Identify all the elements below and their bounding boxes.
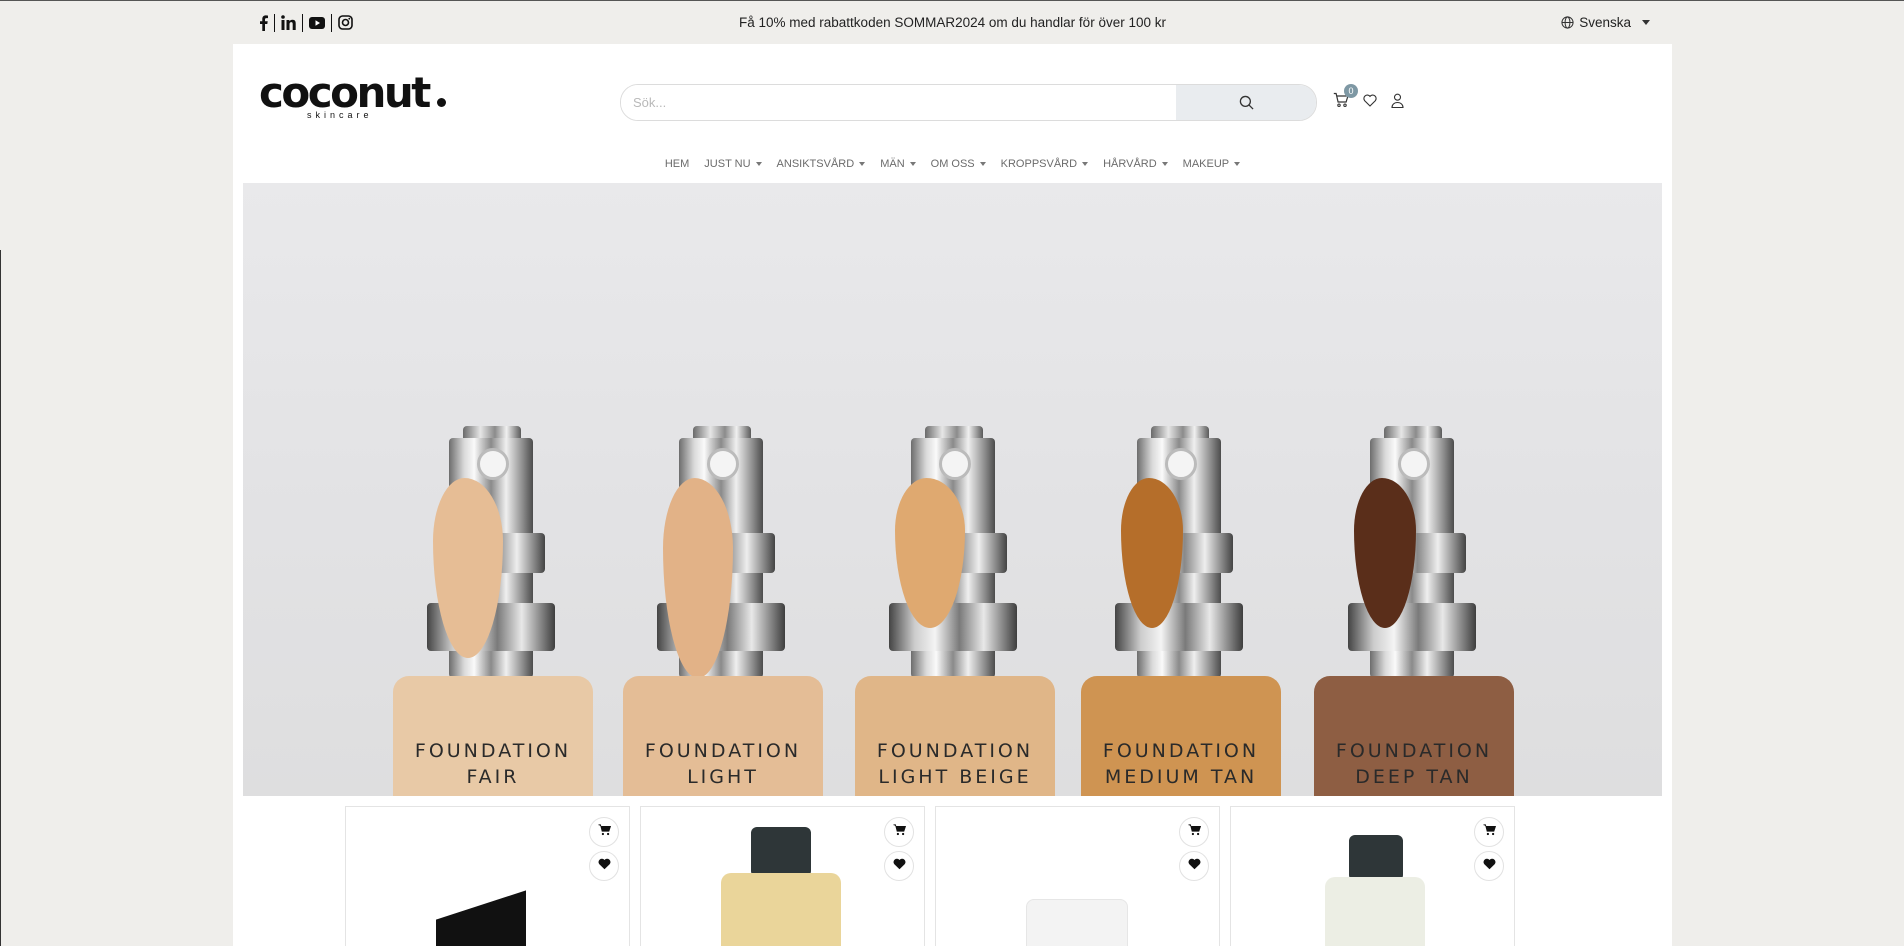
cart-count-badge: 0 — [1344, 84, 1358, 98]
add-to-cart-button[interactable] — [884, 817, 914, 847]
nav-item-0[interactable]: HEM — [665, 158, 689, 170]
add-to-wishlist-button[interactable] — [1474, 851, 1504, 881]
cart-icon — [1483, 823, 1496, 841]
chevron-down-icon — [979, 162, 986, 166]
bottle-label: FOUNDATION DEEP TAN — [1314, 738, 1514, 790]
bottle-label: FOUNDATION LIGHT — [623, 738, 823, 790]
nav-item-label: OM OSS — [930, 158, 975, 170]
nav-item-4[interactable]: OM OSS — [931, 158, 986, 170]
add-to-cart-button[interactable] — [589, 817, 619, 847]
wishlist-button[interactable] — [1363, 94, 1377, 112]
logo-subtitle: skincare — [307, 110, 373, 120]
add-to-wishlist-button[interactable] — [884, 851, 914, 881]
bottle-label-line2: MEDIUM TAN — [1104, 766, 1258, 788]
logo-dot — [436, 98, 446, 107]
heart-icon — [598, 857, 611, 875]
nav-item-7[interactable]: MAKEUP — [1182, 158, 1241, 170]
add-to-wishlist-button[interactable] — [1179, 851, 1209, 881]
main-nav: HEM JUST NU ANSIKTSVÅRD MÄN OM OSS KROPPSVÅRD… — [233, 144, 1672, 184]
bottle-label-line1: FOUNDATION — [1102, 740, 1260, 762]
bottle-label-line1: FOUNDATION — [644, 740, 802, 762]
cart-icon — [893, 823, 906, 841]
foundation-bottle: FOUNDATION MEDIUM TAN — [1081, 426, 1281, 796]
add-to-cart-button[interactable] — [1474, 817, 1504, 847]
foundation-bottle: FOUNDATION FAIR — [393, 426, 593, 796]
bottle-label-line1: FOUNDATION — [876, 740, 1034, 762]
cart-icon — [598, 823, 611, 841]
hero-banner[interactable]: FOUNDATION FAIR FOUNDATION LIGHT FOUNDATION L… — [243, 183, 1662, 796]
search-button[interactable] — [1176, 85, 1316, 120]
search-bar — [620, 84, 1317, 121]
add-to-cart-button[interactable] — [1179, 817, 1209, 847]
nav-item-label: KROPPSVÅRD — [1000, 158, 1078, 170]
bottle-label-line2: LIGHT BEIGE — [878, 766, 1032, 788]
product-card[interactable] — [345, 806, 630, 946]
add-to-wishlist-button[interactable] — [589, 851, 619, 881]
nav-item-label: MAKEUP — [1182, 158, 1230, 170]
chevron-down-icon — [909, 162, 916, 166]
header-actions: 0 — [1333, 84, 1404, 113]
nav-item-6[interactable]: HÅRVÅRD — [1103, 158, 1168, 170]
bottle-label-line1: FOUNDATION — [1335, 740, 1493, 762]
product-card[interactable] — [640, 806, 925, 946]
cart-icon — [1188, 823, 1201, 841]
language-selector[interactable]: Svenska — [1561, 1, 1650, 44]
foundation-bottle: FOUNDATION DEEP TAN — [1314, 426, 1514, 796]
announcement-text: Få 10% med rabattkoden SOMMAR2024 om du … — [739, 15, 1166, 30]
bottle-label: FOUNDATION MEDIUM TAN — [1081, 738, 1281, 790]
product-grid — [345, 806, 1515, 946]
announcement-bar: Få 10% med rabattkoden SOMMAR2024 om du … — [233, 1, 1672, 44]
nav-item-label: MÄN — [880, 158, 905, 170]
foundation-bottle: FOUNDATION LIGHT BEIGE — [855, 426, 1055, 796]
logo[interactable]: coconut skincare — [259, 72, 446, 120]
bottle-label: FOUNDATION LIGHT BEIGE — [855, 738, 1055, 790]
nav-item-2[interactable]: ANSIKTSVÅRD — [777, 158, 866, 170]
nav-item-label: JUST NU — [704, 158, 751, 170]
nozzle — [1165, 448, 1197, 480]
nav-item-label: ANSIKTSVÅRD — [776, 158, 855, 170]
foundation-bottle: FOUNDATION LIGHT — [623, 426, 823, 796]
chevron-down-icon — [755, 162, 762, 166]
site-header: coconut skincare 0 — [233, 44, 1672, 144]
product-card[interactable] — [935, 806, 1220, 946]
search-input[interactable] — [621, 85, 1176, 120]
globe-icon — [1561, 16, 1574, 29]
chevron-down-icon — [859, 162, 866, 166]
heart-icon — [893, 857, 906, 875]
bottle-label-line2: DEEP TAN — [1355, 766, 1473, 788]
chevron-down-icon — [1642, 20, 1650, 25]
bottle-label: FOUNDATION FAIR — [393, 738, 593, 790]
page: Få 10% med rabattkoden SOMMAR2024 om du … — [233, 1, 1672, 946]
nozzle — [477, 448, 509, 480]
chevron-down-icon — [1234, 162, 1241, 166]
heart-icon — [1363, 94, 1377, 107]
account-button[interactable] — [1391, 93, 1404, 113]
nav-item-label: HEM — [664, 158, 690, 170]
search-icon — [1239, 95, 1254, 110]
nav-item-3[interactable]: MÄN — [880, 158, 916, 170]
nozzle — [939, 448, 971, 480]
language-label: Svenska — [1579, 15, 1631, 30]
chevron-down-icon — [1161, 162, 1168, 166]
window-left-border — [0, 250, 1, 946]
nozzle — [707, 448, 739, 480]
nav-item-5[interactable]: KROPPSVÅRD — [1000, 158, 1089, 170]
chevron-down-icon — [1082, 162, 1089, 166]
bottle-label-line1: FOUNDATION — [414, 740, 572, 762]
nav-item-1[interactable]: JUST NU — [704, 158, 762, 170]
bottle-label-line2: FAIR — [466, 766, 520, 788]
cart-button[interactable]: 0 — [1333, 84, 1358, 113]
heart-icon — [1483, 857, 1496, 875]
nav-item-label: HÅRVÅRD — [1103, 158, 1157, 170]
heart-icon — [1188, 857, 1201, 875]
nozzle — [1398, 448, 1430, 480]
bottle-label-line2: LIGHT — [687, 766, 759, 788]
product-card[interactable] — [1230, 806, 1515, 946]
pump-collar — [889, 603, 1017, 651]
user-icon — [1391, 93, 1404, 108]
